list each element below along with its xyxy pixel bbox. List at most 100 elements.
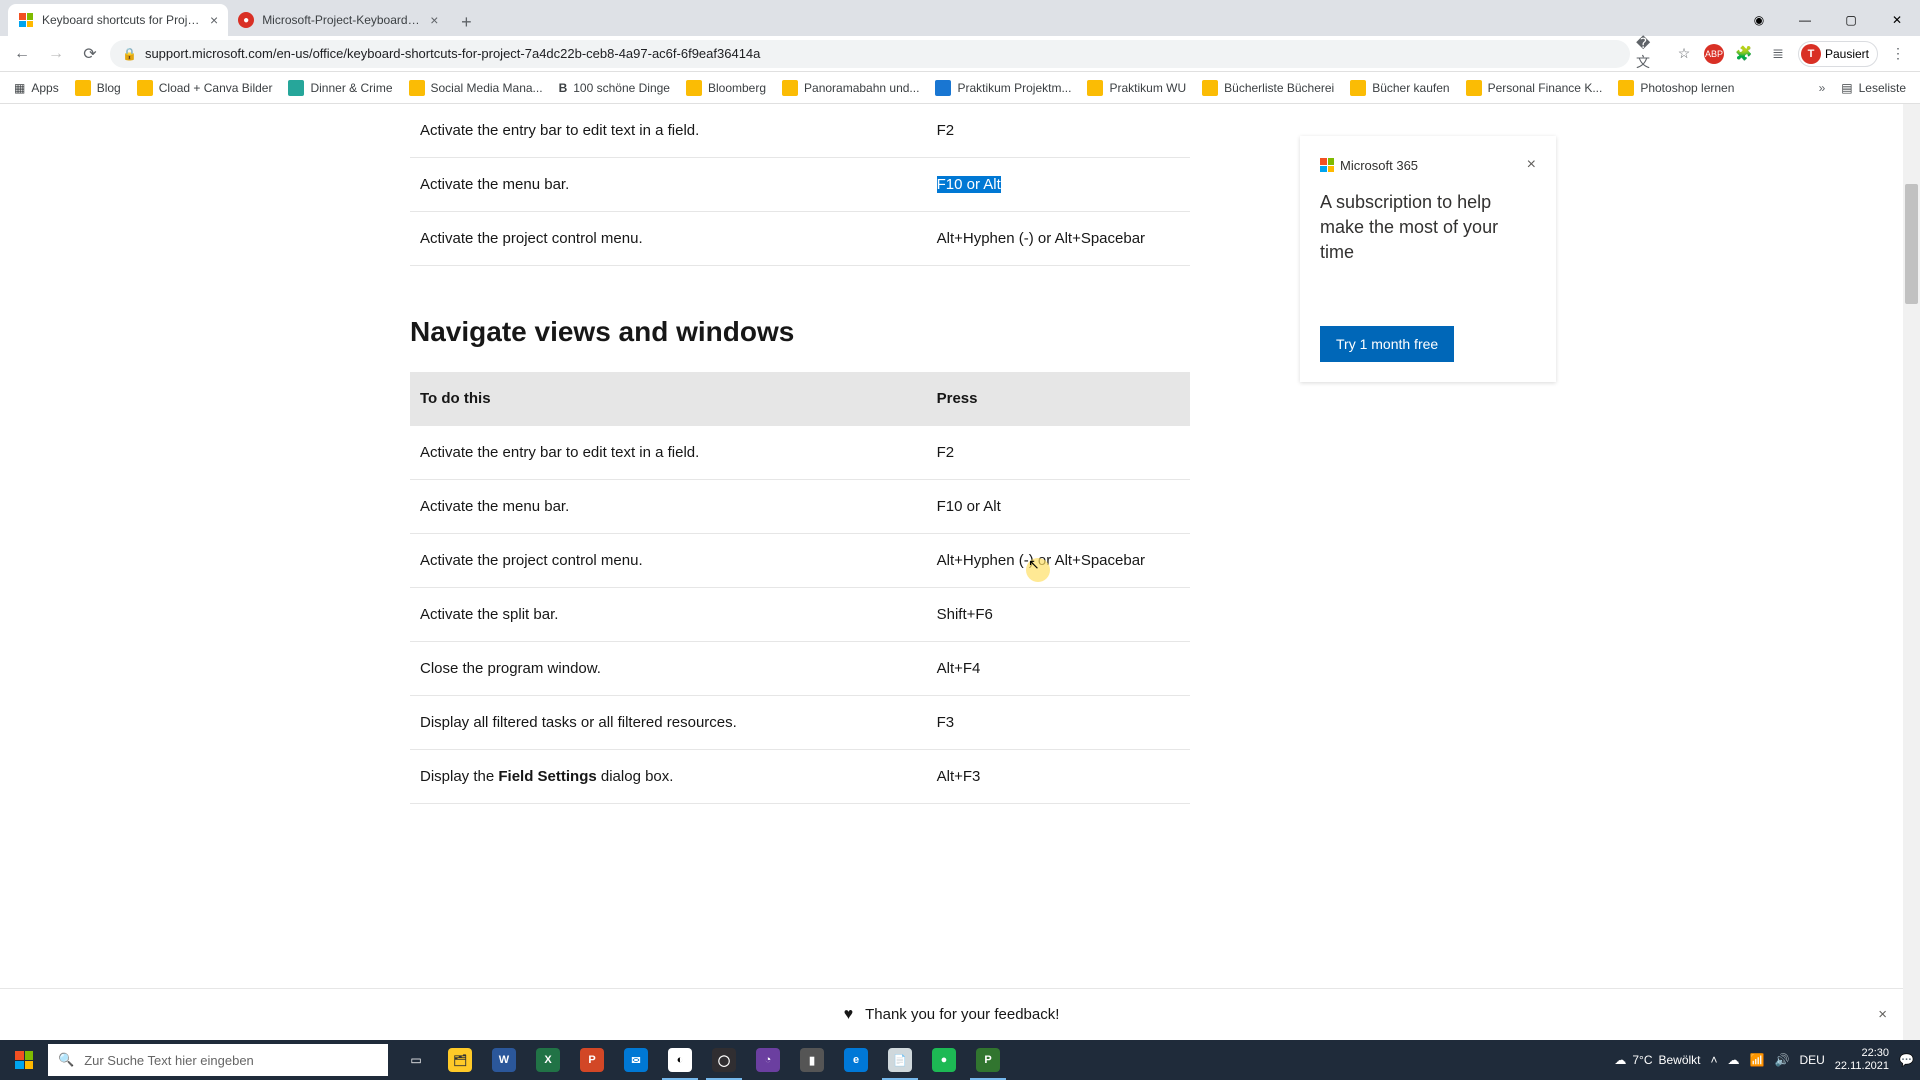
table-row: Activate the project control menu. Alt+H… <box>410 534 1190 588</box>
bookmark-item[interactable]: Bücher kaufen <box>1344 76 1455 100</box>
spotify-icon[interactable]: ● <box>922 1040 966 1080</box>
cell-action: Display all filtered tasks or all filter… <box>410 696 927 750</box>
clock[interactable]: 22:30 22.11.2021 <box>1835 1047 1889 1073</box>
cell-action: Activate the menu bar. <box>410 480 927 534</box>
taskbar-apps: ▭ 🗂 W X P ✉ ◐ ◯ ◔ ▮ e 📄 ● P <box>394 1040 1010 1080</box>
scrollbar-thumb[interactable] <box>1905 184 1918 304</box>
task-view-icon[interactable]: ▭ <box>394 1040 438 1080</box>
folder-icon <box>1618 80 1634 96</box>
obs-icon[interactable]: ◯ <box>702 1040 746 1080</box>
bookmark-item[interactable]: Personal Finance K... <box>1460 76 1609 100</box>
bookmark-item[interactable]: Cload + Canva Bilder <box>131 76 279 100</box>
tab-active[interactable]: Keyboard shortcuts for Project × <box>8 4 228 36</box>
explorer-icon[interactable]: 🗂 <box>438 1040 482 1080</box>
notifications-icon[interactable]: 💬 <box>1899 1053 1914 1067</box>
cell-action: Activate the split bar. <box>410 588 927 642</box>
cell-press: F10 or Alt <box>927 158 1190 212</box>
bookmark-item[interactable]: Bücherliste Bücherei <box>1196 76 1340 100</box>
bookmark-item[interactable]: Praktikum WU <box>1081 76 1192 100</box>
apps-icon: ▦ <box>14 81 25 95</box>
project-icon[interactable]: P <box>966 1040 1010 1080</box>
menu-icon[interactable]: ⋮ <box>1884 40 1912 68</box>
word-icon[interactable]: W <box>482 1040 526 1080</box>
bookmark-item[interactable]: Social Media Mana... <box>403 76 549 100</box>
tab-inactive[interactable]: ● Microsoft-Project-Keyboard-Sh × <box>228 4 448 36</box>
edge-icon[interactable]: e <box>834 1040 878 1080</box>
mail-icon[interactable]: ✉ <box>614 1040 658 1080</box>
folder-icon <box>782 80 798 96</box>
close-icon[interactable]: × <box>430 12 438 28</box>
maximize-button[interactable]: ▢ <box>1828 4 1874 36</box>
forward-button[interactable]: → <box>42 40 70 68</box>
reading-list-button[interactable]: ▤Leseliste <box>1835 77 1912 99</box>
weather-icon: ☁ <box>1614 1053 1626 1067</box>
scrollbar[interactable] <box>1903 104 1920 1040</box>
url-input[interactable]: 🔒 support.microsoft.com/en-us/office/key… <box>110 40 1630 68</box>
excel-icon[interactable]: X <box>526 1040 570 1080</box>
bookmark-item[interactable]: Photoshop lernen <box>1612 76 1740 100</box>
volume-icon[interactable]: 🔊 <box>1775 1053 1790 1067</box>
reload-button[interactable]: ⟳ <box>76 40 104 68</box>
app-icon[interactable]: ▮ <box>790 1040 834 1080</box>
powerpoint-icon[interactable]: P <box>570 1040 614 1080</box>
cell-press: F2 <box>927 426 1190 480</box>
bookmark-item[interactable]: Dinner & Crime <box>282 76 398 100</box>
heart-icon: ♥ <box>844 1006 854 1024</box>
start-button[interactable] <box>0 1040 48 1080</box>
bold-icon: B <box>559 81 568 95</box>
favicon-pdf-icon: ● <box>238 12 254 28</box>
bookmark-item[interactable]: Bloomberg <box>680 76 772 100</box>
bookmark-item[interactable]: Blog <box>69 76 127 100</box>
extensions-icon[interactable]: 🧩 <box>1730 40 1758 68</box>
try-free-button[interactable]: Try 1 month free <box>1320 326 1454 362</box>
bookmarks-overflow[interactable]: » <box>1813 81 1832 95</box>
folder-icon <box>935 80 951 96</box>
cell-press: Alt+F4 <box>927 642 1190 696</box>
back-button[interactable]: ← <box>8 40 36 68</box>
folder-icon <box>1202 80 1218 96</box>
folder-icon <box>75 80 91 96</box>
col-header-press: Press <box>927 372 1190 426</box>
cell-press: F2 <box>927 104 1190 158</box>
minimize-button[interactable]: — <box>1782 4 1828 36</box>
cell-press: Shift+F6 <box>927 588 1190 642</box>
cell-press: Alt+Hyphen (-) or Alt+Spacebar <box>927 534 1190 588</box>
close-icon[interactable]: × <box>1878 1006 1887 1023</box>
cell-action: Activate the entry bar to edit text in a… <box>410 104 927 158</box>
star-icon[interactable]: ☆ <box>1670 40 1698 68</box>
promo-text: A subscription to help make the most of … <box>1320 190 1536 266</box>
cell-press: F10 or Alt <box>927 480 1190 534</box>
folder-icon <box>1087 80 1103 96</box>
language-indicator[interactable]: DEU <box>1799 1053 1824 1067</box>
network-icon[interactable]: 📶 <box>1750 1053 1765 1067</box>
abp-icon[interactable]: ABP <box>1704 44 1724 64</box>
close-window-button[interactable]: ✕ <box>1874 4 1920 36</box>
onedrive-icon[interactable]: ☁ <box>1728 1053 1740 1067</box>
close-icon[interactable]: × <box>1527 156 1536 174</box>
taskbar-search-input[interactable]: 🔍 Zur Suche Text hier eingeben <box>48 1044 388 1076</box>
folder-icon <box>137 80 153 96</box>
cell-action: Close the program window. <box>410 642 927 696</box>
bookmark-apps[interactable]: ▦Apps <box>8 77 65 99</box>
bookmark-item[interactable]: Praktikum Projektm... <box>929 76 1077 100</box>
weather-widget[interactable]: ☁ 7°C Bewölkt <box>1614 1053 1700 1067</box>
profile-badge[interactable]: T Pausiert <box>1798 41 1878 67</box>
reading-list-icon[interactable]: ≣ <box>1764 40 1792 68</box>
tab-title: Microsoft-Project-Keyboard-Sh <box>262 13 422 27</box>
app-icon[interactable]: ◔ <box>746 1040 790 1080</box>
table-header-row: To do this Press <box>410 372 1190 426</box>
tray-chevron-icon[interactable]: ˄ <box>1711 1053 1718 1067</box>
cell-press: Alt+Hyphen (-) or Alt+Spacebar <box>927 212 1190 266</box>
translate-icon[interactable]: �文 <box>1636 40 1664 68</box>
bookmark-item[interactable]: Panoramabahn und... <box>776 76 925 100</box>
close-icon[interactable]: × <box>210 12 218 28</box>
microsoft-logo-icon <box>1320 158 1334 172</box>
address-bar: ← → ⟳ 🔒 support.microsoft.com/en-us/offi… <box>0 36 1920 72</box>
new-tab-button[interactable]: + <box>452 8 480 36</box>
chrome-icon[interactable]: ◐ <box>658 1040 702 1080</box>
account-icon[interactable]: ◉ <box>1736 4 1782 36</box>
cell-action: Display the Field Settings dialog box. <box>410 750 927 804</box>
notepad-icon[interactable]: 📄 <box>878 1040 922 1080</box>
bookmark-item[interactable]: B100 schöne Dinge <box>553 77 676 99</box>
tab-strip: Keyboard shortcuts for Project × ● Micro… <box>0 0 480 36</box>
